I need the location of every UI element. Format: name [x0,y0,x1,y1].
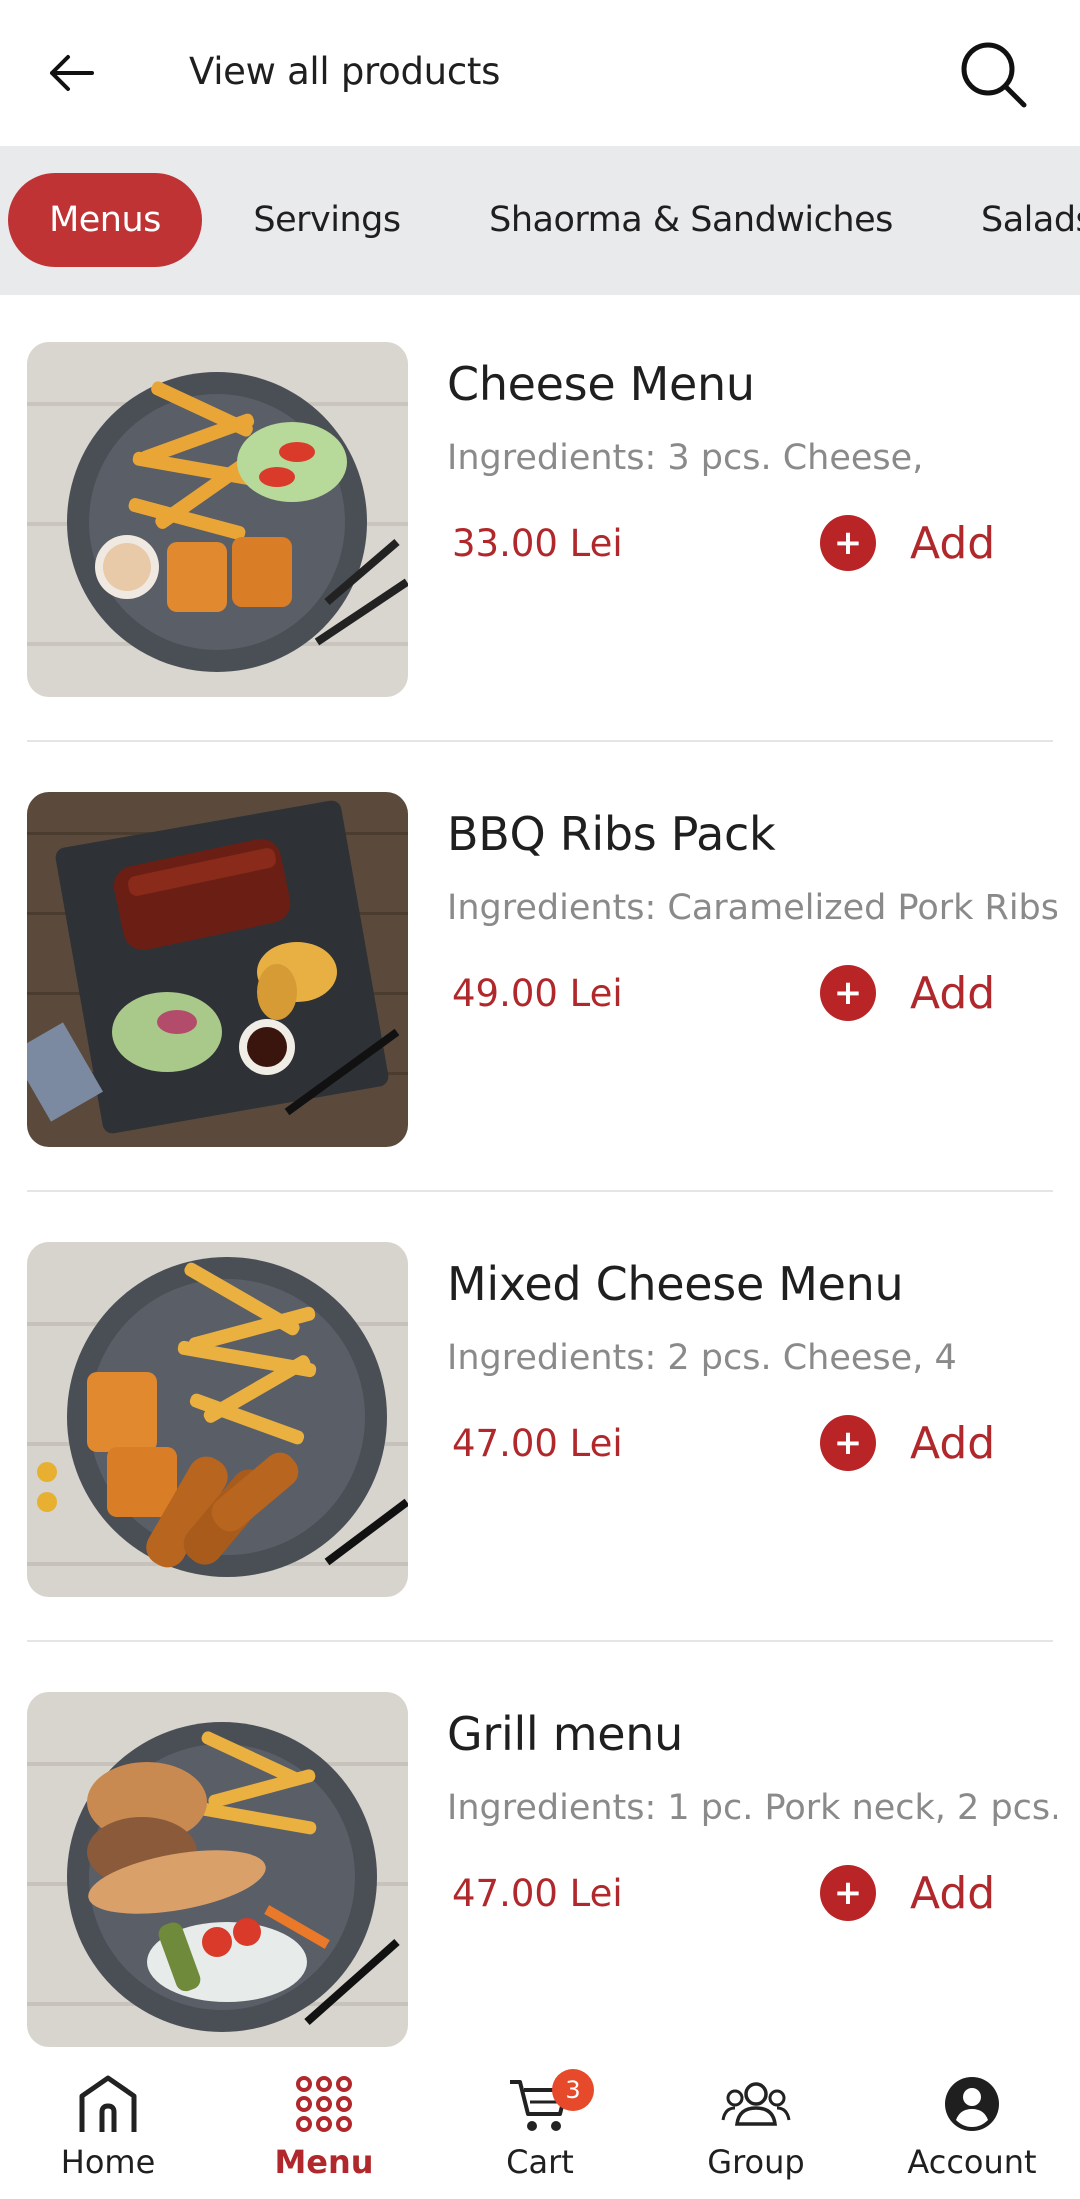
add-button[interactable]: + Add [820,1859,995,1927]
nav-menu[interactable]: Menu [216,2053,432,2199]
search-button[interactable] [955,36,1033,114]
product-ingredients: Ingredients: 1 pc. Pork neck, 2 pcs. [447,1788,1057,1828]
arrow-left-icon [50,55,94,91]
product-name: Mixed Cheese Menu [447,1257,904,1311]
add-label: Add [910,1417,996,1469]
tab-menus[interactable]: Menus [8,173,202,267]
product-name: Grill menu [447,1707,683,1761]
nav-label: Home [60,2143,156,2181]
add-button[interactable]: + Add [820,1409,995,1477]
grid-dots-icon [294,2069,354,2139]
product-ingredients: Ingredients: Caramelized Pork Ribs [447,888,1057,928]
product-ingredients: Ingredients: 3 pcs. Cheese, [447,438,924,478]
account-icon [943,2069,1001,2139]
product-price: 47.00 Lei [452,1422,623,1465]
cart-icon: 3 [508,2069,594,2139]
nav-label: Group [707,2143,805,2181]
app-bar: View all products [0,0,1080,146]
add-button[interactable]: + Add [820,959,995,1027]
product-price: 47.00 Lei [452,1872,623,1915]
home-icon [76,2069,140,2139]
divider [27,1640,1053,1642]
product-image [27,792,408,1147]
tab-servings[interactable]: Servings [226,173,428,267]
category-tabs: Menus Servings Shaorma & Sandwiches Sala… [0,146,1080,295]
nav-label: Menu [274,2143,374,2181]
tab-salads[interactable]: Salads [960,173,1080,267]
product-price: 33.00 Lei [452,522,623,565]
tab-shaorma-sandwiches[interactable]: Shaorma & Sandwiches [464,173,918,267]
nav-group[interactable]: Group [648,2053,864,2199]
nav-label: Account [907,2143,1037,2181]
product-image [27,342,408,697]
search-icon [961,42,1027,108]
nav-account[interactable]: Account [864,2053,1080,2199]
bottom-navigation: Home Menu 3 Cart Group Account [0,2053,1080,2199]
divider [27,740,1053,742]
add-label: Add [910,517,996,569]
nav-home[interactable]: Home [0,2053,216,2199]
product-item[interactable]: Grill menu Ingredients: 1 pc. Pork neck,… [0,1645,1080,2095]
product-image [27,1242,408,1597]
product-name: Cheese Menu [447,357,755,411]
product-image [27,1692,408,2047]
plus-icon: + [820,1865,876,1921]
plus-icon: + [820,965,876,1021]
product-item[interactable]: BBQ Ribs Pack Ingredients: Caramelized P… [0,745,1080,1195]
plus-icon: + [820,1415,876,1471]
cart-badge: 3 [552,2069,594,2111]
product-item[interactable]: Mixed Cheese Menu Ingredients: 2 pcs. Ch… [0,1195,1080,1645]
back-button[interactable] [36,38,106,108]
group-icon [721,2069,791,2139]
plus-icon: + [820,515,876,571]
nav-cart[interactable]: 3 Cart [432,2053,648,2199]
divider [27,1190,1053,1192]
add-button[interactable]: + Add [820,509,995,577]
add-label: Add [910,967,996,1019]
page-title: View all products [189,50,501,93]
product-price: 49.00 Lei [452,972,623,1015]
nav-label: Cart [506,2143,574,2181]
product-item[interactable]: Cheese Menu Ingredients: 3 pcs. Cheese, … [0,295,1080,745]
product-ingredients: Ingredients: 2 pcs. Cheese, 4 [447,1338,957,1378]
add-label: Add [910,1867,996,1919]
product-name: BBQ Ribs Pack [447,807,776,861]
